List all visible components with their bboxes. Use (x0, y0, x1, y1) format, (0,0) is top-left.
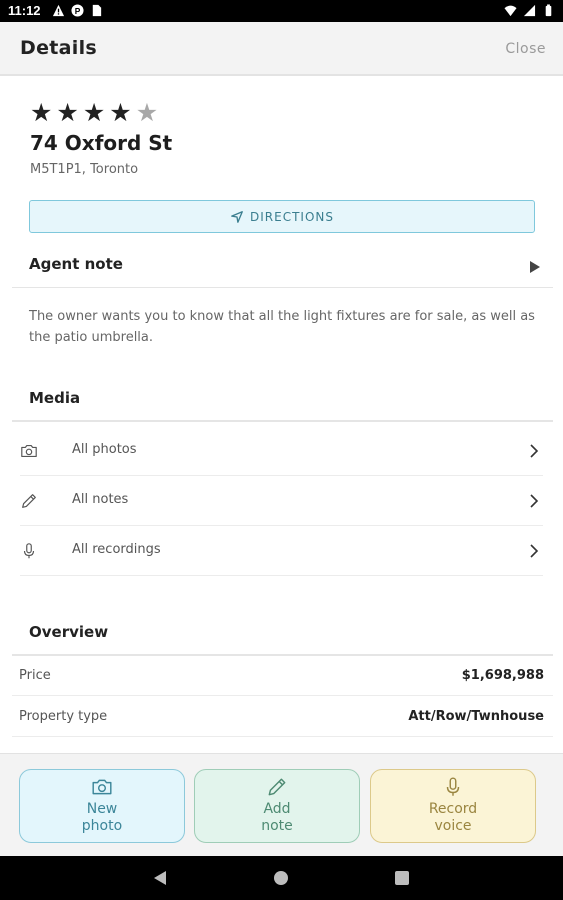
microphone-icon (23, 543, 35, 559)
record-voice-label-line2: voice (434, 818, 472, 834)
status-time: 11:12 (8, 3, 41, 18)
parking-icon: P (71, 4, 84, 17)
battery-icon (545, 4, 552, 17)
alert-icon (52, 4, 65, 17)
back-icon[interactable] (153, 870, 167, 886)
star-icon: ★ (82, 98, 106, 127)
sim-icon (92, 4, 102, 17)
overview-value: Att/Row/Twnhouse (408, 709, 544, 724)
action-bar: New photo Add note Record voice (0, 753, 563, 856)
chevron-right-icon (530, 444, 539, 458)
record-voice-label-line1: Record (428, 801, 478, 817)
recents-icon[interactable] (395, 871, 409, 885)
agent-note-title: Agent note (29, 255, 123, 273)
listing-postal: M5T1P1, Toronto (30, 162, 139, 177)
system-nav-bar (0, 856, 563, 900)
rating-stars: ★ ★ ★ ★ ★ (30, 100, 158, 125)
record-voice-button[interactable]: Record voice (370, 769, 536, 843)
media-item-label: All recordings (72, 542, 161, 557)
status-icons-left: P (52, 4, 103, 17)
media-title: Media (29, 389, 81, 407)
new-photo-label-line1: New (86, 801, 118, 817)
app-header: Details Close (0, 22, 563, 76)
details-content[interactable]: ★ ★ ★ ★ ★ 74 Oxford St M5T1P1, Toronto DIREC… (0, 78, 563, 753)
star-icon: ★ (135, 98, 159, 127)
media-item-label: All photos (72, 442, 137, 457)
status-bar: 11:12 P (0, 0, 563, 22)
new-photo-button[interactable]: New photo (19, 769, 185, 843)
media-item-notes[interactable]: All notes (20, 476, 543, 526)
listing-address: 74 Oxford St (30, 131, 173, 155)
overview-title: Overview (29, 623, 109, 641)
page-title: Details (20, 37, 97, 59)
overview-row-price: Price $1,698,988 (12, 656, 553, 696)
home-icon[interactable] (274, 871, 288, 885)
add-note-button[interactable]: Add note (194, 769, 360, 843)
divider (12, 420, 553, 422)
add-note-label-line2: note (261, 818, 293, 834)
agent-note-header[interactable]: Agent note (12, 250, 553, 288)
star-icon: ★ (109, 98, 132, 127)
agent-note-text: The owner wants you to know that all the… (29, 309, 535, 345)
navigation-arrow-icon (231, 210, 243, 223)
directions-label: DIRECTIONS (250, 209, 334, 224)
play-icon[interactable] (529, 260, 541, 274)
overview-label: Property type (19, 709, 108, 724)
svg-text:P: P (75, 6, 81, 16)
media-item-label: All notes (72, 492, 129, 507)
directions-button[interactable]: DIRECTIONS (29, 200, 535, 233)
media-item-recordings[interactable]: All recordings (20, 526, 543, 576)
media-item-photos[interactable]: All photos (20, 426, 543, 476)
status-icons-right (504, 4, 555, 17)
microphone-icon (446, 777, 460, 796)
add-note-label-line1: Add (263, 801, 291, 817)
signal-icon (523, 4, 536, 17)
camera-icon (92, 779, 112, 795)
pencil-icon (268, 778, 286, 796)
wifi-icon (504, 5, 517, 17)
chevron-right-icon (530, 544, 539, 558)
overview-row-property-type: Property type Att/Row/Twnhouse (12, 697, 553, 737)
camera-icon (21, 445, 37, 457)
overview-value: $1,698,988 (461, 668, 544, 683)
chevron-right-icon (530, 494, 539, 508)
new-photo-label-line2: photo (81, 818, 123, 834)
overview-label: Price (19, 668, 51, 683)
pencil-icon (22, 494, 36, 508)
star-icon: ★ (56, 98, 79, 127)
star-icon: ★ (30, 98, 53, 127)
close-button[interactable]: Close (505, 41, 546, 57)
